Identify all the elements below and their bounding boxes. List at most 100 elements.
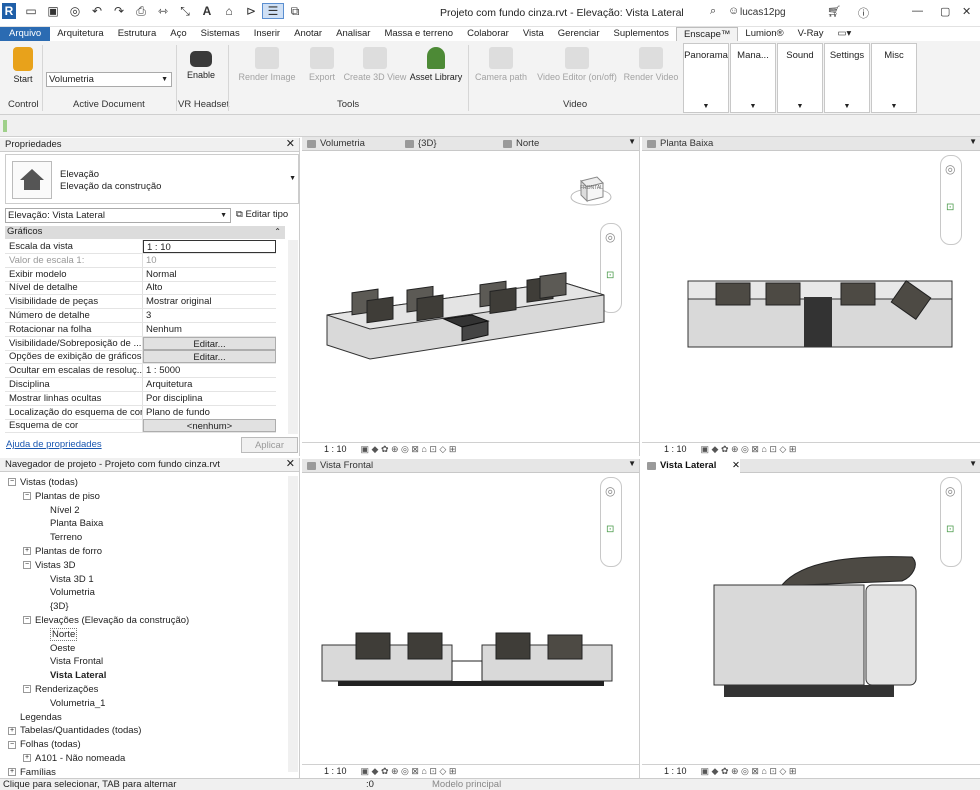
steering-wheel-icon[interactable]: ◎	[605, 484, 615, 498]
tab-colaborar[interactable]: Colaborar	[460, 27, 516, 41]
print-icon[interactable]: ⎙	[130, 4, 152, 19]
browser-item[interactable]: Vista Frontal	[38, 655, 103, 669]
property-edit-button[interactable]: Editar...	[143, 350, 276, 364]
apply-button[interactable]: Aplicar	[241, 437, 298, 453]
tab-aco[interactable]: Aço	[163, 27, 193, 41]
browser-scrollbar[interactable]	[288, 476, 298, 772]
close-icon[interactable]: ✕	[732, 459, 740, 472]
browser-item[interactable]: − Vistas (todas)	[8, 476, 78, 490]
collapse-icon[interactable]: −	[8, 740, 16, 749]
tab-sistemas[interactable]: Sistemas	[194, 27, 247, 41]
browser-item[interactable]: Volumetria_1	[38, 697, 105, 711]
tab-vista-frontal[interactable]: Vista Frontal	[302, 459, 400, 473]
redo-icon[interactable]: ↷	[108, 4, 130, 18]
steering-wheel-icon[interactable]: ◎	[945, 484, 955, 498]
active-document-select[interactable]: Volumetria ▼	[46, 72, 172, 87]
navigation-bar[interactable]: ◎ ⊡	[600, 477, 622, 567]
expand-icon[interactable]: +	[8, 768, 16, 777]
instance-selector[interactable]: Elevação: Vista Lateral ▼	[5, 208, 231, 223]
misc-panel[interactable]: Misc ▼	[871, 43, 917, 113]
expand-icon[interactable]: +	[23, 754, 31, 763]
tab-norte[interactable]: Norte	[498, 137, 596, 151]
tab-lumion[interactable]: Lumion®	[738, 27, 790, 41]
sound-panel[interactable]: Sound ▼	[777, 43, 823, 113]
view-scale[interactable]: 1 : 10	[664, 766, 687, 776]
tab-arquivo[interactable]: Arquivo	[0, 27, 51, 41]
measure-icon[interactable]: ⇿	[152, 4, 174, 18]
browser-item[interactable]: + A101 - Não nomeada	[23, 752, 125, 766]
dimension-icon[interactable]: ⤡	[174, 4, 196, 19]
tab-menu-icon[interactable]: ▼	[969, 459, 977, 468]
collapse-icon[interactable]: −	[23, 561, 31, 570]
cart-icon[interactable]: 🛒︎	[827, 5, 841, 18]
render-video-button[interactable]: Render Video	[622, 47, 680, 82]
graphics-section-header[interactable]: Gráficos ⌃	[5, 226, 285, 239]
properties-help-link[interactable]: Ajuda de propriedades	[6, 439, 102, 450]
thin-lines-icon[interactable]: ☰	[262, 3, 284, 19]
navigation-bar[interactable]: ◎ ⊡	[940, 155, 962, 245]
property-value[interactable]: Plano de fundo	[143, 406, 276, 419]
view-scale[interactable]: 1 : 10	[324, 444, 347, 454]
collapse-icon[interactable]: −	[8, 478, 16, 487]
tab-inserir[interactable]: Inserir	[247, 27, 287, 41]
browser-item[interactable]: Nível 2	[38, 504, 80, 518]
property-edit-button[interactable]: <nenhum>	[143, 419, 276, 433]
browser-item[interactable]: {3D}	[38, 600, 69, 614]
export-button[interactable]: Export	[304, 47, 340, 82]
panorama-panel[interactable]: Panorama ▼	[683, 43, 729, 113]
tab-vista[interactable]: Vista	[516, 27, 551, 41]
property-value[interactable]: Mostrar original	[143, 295, 276, 308]
close-icon[interactable]: ✕	[286, 138, 295, 151]
property-value[interactable]: Normal	[143, 268, 276, 281]
manage-panel[interactable]: Mana... ▼	[730, 43, 776, 113]
view-controls-icon[interactable]: ▣ ◆ ✿ ⊕ ◎ ⊠ ⌂ ⊡ ◇ ⊞	[361, 766, 457, 776]
settings-panel[interactable]: Settings ▼	[824, 43, 870, 113]
browser-item[interactable]: + Tabelas/Quantidades (todas)	[8, 724, 141, 738]
collapse-icon[interactable]: −	[23, 492, 31, 501]
save-icon[interactable]: ▣	[42, 4, 64, 18]
browser-item[interactable]: Vista Lateral	[38, 669, 106, 683]
enable-vr-button[interactable]: Enable	[184, 47, 218, 80]
browser-item[interactable]: − Plantas de piso	[23, 490, 100, 504]
switch-windows-icon[interactable]: ⧉	[284, 4, 306, 19]
property-value[interactable]: 1 : 10	[143, 240, 276, 253]
viewport-planta-baixa[interactable]: Planta Baixa ▼ ◎ ⊡ 1 : 10 ▣ ◆ ✿ ⊕ ◎ ⊠ ⌂ ⊡ …	[642, 137, 980, 456]
close-button[interactable]: ✕	[962, 5, 971, 18]
video-editor-button[interactable]: Video Editor (on/off)	[534, 47, 620, 82]
create-3d-view-button[interactable]: Create 3D View	[343, 47, 407, 82]
zoom-icon[interactable]: ⊡	[946, 202, 954, 213]
user-icon[interactable]: ☺	[728, 5, 739, 17]
browser-item[interactable]: Vista 3D 1	[38, 573, 94, 587]
view-scale[interactable]: 1 : 10	[664, 444, 687, 454]
viewport-volumetria[interactable]: Volumetria {3D} Norte ▼ FRONTAL ◎ ⊡ 1 : 1…	[302, 137, 640, 456]
asset-library-button[interactable]: Asset Library	[408, 47, 464, 82]
steering-wheel-icon[interactable]: ◎	[605, 230, 615, 244]
property-value[interactable]: Nenhum	[143, 323, 276, 336]
expand-icon[interactable]: +	[8, 726, 16, 735]
browser-item[interactable]: − Renderizações	[23, 683, 98, 697]
property-value[interactable]: 3	[143, 309, 276, 322]
viewport-vista-lateral[interactable]: Vista Lateral ✕ ▼ ◎ ⊡ 1 : 10 ▣ ◆ ✿ ⊕ ◎ ⊠ ⌂ …	[642, 459, 980, 778]
property-value[interactable]: Arquitetura	[143, 378, 276, 391]
browser-item[interactable]: − Elevações (Elevação da construção)	[23, 614, 189, 628]
open-icon[interactable]: ▭	[20, 4, 42, 18]
browser-item[interactable]: Terreno	[38, 531, 82, 545]
tab-menu-icon[interactable]: ▼	[628, 137, 636, 146]
collapse-icon[interactable]: −	[23, 685, 31, 694]
user-name[interactable]: lucas12pg	[740, 7, 786, 18]
properties-scrollbar[interactable]	[288, 240, 298, 434]
browser-item[interactable]: Planta Baixa	[38, 517, 103, 531]
render-image-button[interactable]: Render Image	[234, 47, 300, 82]
tab-estrutura[interactable]: Estrutura	[111, 27, 164, 41]
view-controls-icon[interactable]: ▣ ◆ ✿ ⊕ ◎ ⊠ ⌂ ⊡ ◇ ⊞	[361, 444, 457, 454]
tab-3d[interactable]: {3D}	[400, 137, 498, 151]
zoom-icon[interactable]: ⊡	[946, 524, 954, 535]
browser-item[interactable]: − Vistas 3D	[23, 559, 75, 573]
minimize-button[interactable]: —	[912, 5, 923, 17]
property-value[interactable]: 1 : 5000	[143, 364, 276, 377]
type-selector[interactable]: Elevação Elevação da construção ▼	[5, 154, 299, 204]
text-icon[interactable]: A	[196, 4, 218, 18]
model-selector[interactable]: Modelo principal	[432, 779, 501, 790]
view-scale[interactable]: 1 : 10	[324, 766, 347, 776]
browser-item[interactable]: + Plantas de forro	[23, 545, 102, 559]
